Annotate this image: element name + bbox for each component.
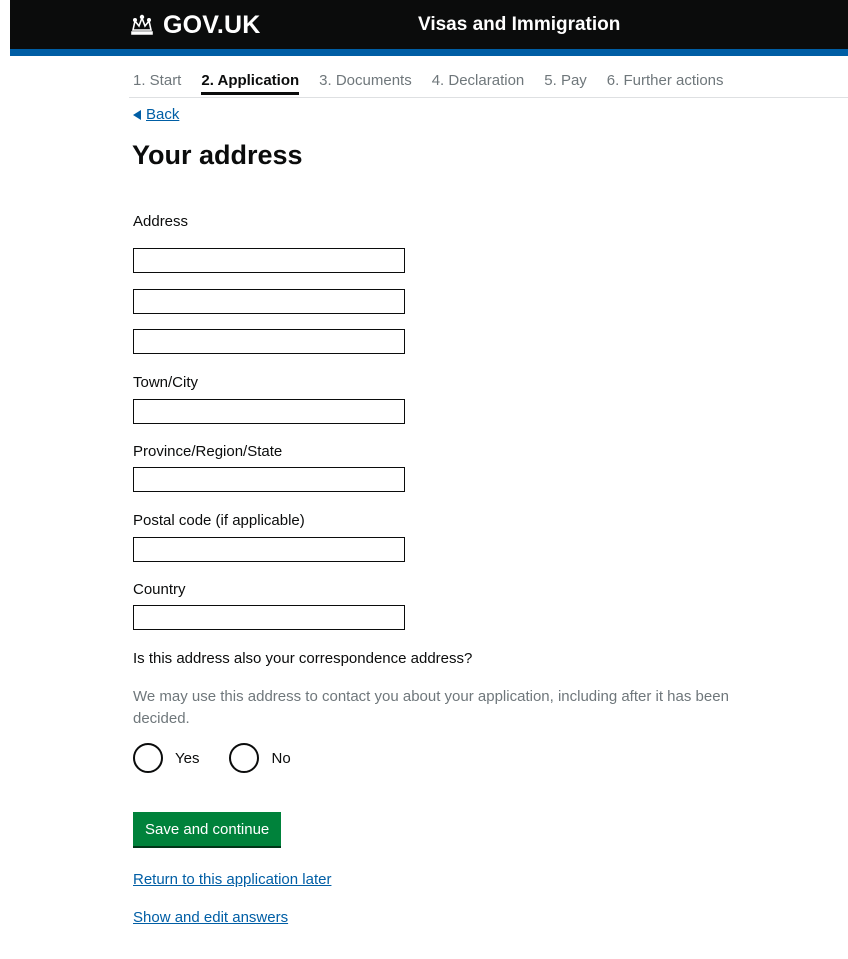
- radio-no-label: No: [271, 749, 291, 767]
- back-link[interactable]: Back: [133, 106, 179, 123]
- step-documents: 3. Documents: [319, 72, 412, 89]
- correspondence-radio-group: Yes No: [133, 743, 321, 773]
- address-line-1-input[interactable]: [133, 248, 405, 273]
- show-edit-answers-link[interactable]: Show and edit answers: [133, 909, 288, 926]
- save-and-continue-button[interactable]: Save and continue: [133, 812, 282, 846]
- radio-no-circle[interactable]: [229, 743, 260, 773]
- province-label: Province/Region/State: [133, 443, 283, 460]
- govuk-logo[interactable]: GOV.UK: [129, 10, 261, 40]
- progress-divider: [129, 97, 848, 98]
- town-label: Town/City: [133, 374, 199, 391]
- progress-steps: 1. Start 2. Application 3. Documents 4. …: [133, 72, 744, 95]
- radio-yes-circle[interactable]: [133, 743, 163, 773]
- return-later-link[interactable]: Return to this application later: [133, 871, 331, 888]
- step-pay: 5. Pay: [544, 72, 587, 89]
- country-label: Country: [133, 581, 186, 598]
- service-name[interactable]: Visas and Immigration: [418, 14, 620, 36]
- correspondence-hint: We may use this address to contact you a…: [133, 688, 729, 727]
- town-input[interactable]: [133, 399, 405, 424]
- postal-code-input[interactable]: [133, 537, 405, 562]
- radio-no[interactable]: No: [229, 743, 291, 773]
- logo-text: GOV.UK: [163, 10, 261, 39]
- radio-yes[interactable]: Yes: [133, 743, 199, 773]
- radio-yes-label: Yes: [175, 749, 200, 767]
- crown-icon: [131, 14, 153, 35]
- step-start: 1. Start: [133, 72, 182, 89]
- correspondence-question: Is this address also your correspondence…: [133, 650, 473, 667]
- country-input[interactable]: [133, 605, 405, 630]
- step-application: 2. Application: [201, 72, 299, 95]
- page-title: Your address: [132, 140, 303, 170]
- back-triangle-icon: [133, 109, 141, 120]
- step-further-actions: 6. Further actions: [606, 72, 724, 89]
- address-line-3-input[interactable]: [133, 329, 405, 354]
- step-declaration: 4. Declaration: [431, 72, 525, 89]
- postal-code-label: Postal code (if applicable): [133, 512, 305, 529]
- header-accent-stripe: [10, 49, 848, 56]
- address-label: Address: [133, 213, 189, 230]
- province-input[interactable]: [133, 467, 405, 492]
- address-line-2-input[interactable]: [133, 289, 405, 314]
- back-link-label: Back: [146, 106, 180, 123]
